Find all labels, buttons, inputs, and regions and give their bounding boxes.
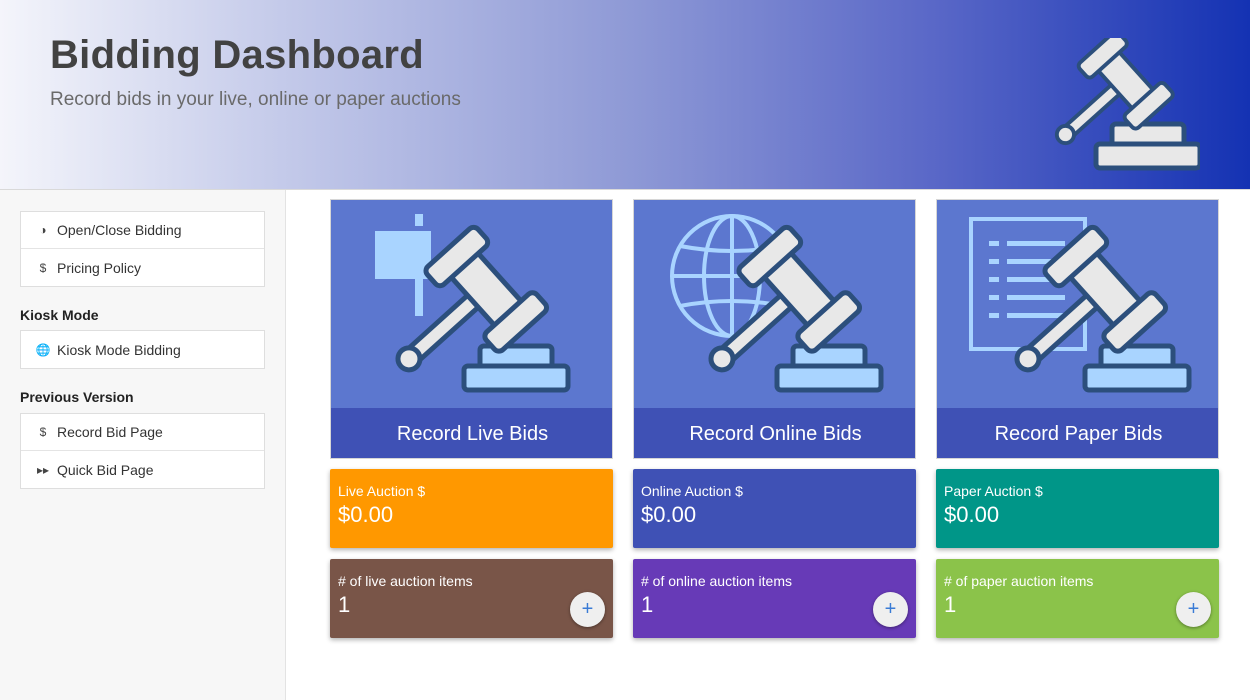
add-online-item-button[interactable]: + <box>873 592 908 627</box>
sidebar-item-kiosk-mode-bidding[interactable]: 🌐 Kiosk Mode Bidding <box>21 331 264 368</box>
sidebar-item-pricing-policy[interactable]: $ Pricing Policy <box>21 249 264 286</box>
gavel-globe-icon <box>634 214 916 408</box>
sidebar-item-label: Quick Bid Page <box>57 461 154 478</box>
gavel-document-icon <box>969 200 1219 408</box>
card-label: Record Live Bids <box>331 408 612 458</box>
page-header: Bidding Dashboard Record bids in your li… <box>0 0 1250 190</box>
sidebar-item-record-bid-page[interactable]: $ Record Bid Page <box>21 414 264 451</box>
stat-label: Live Auction $ <box>338 483 426 499</box>
gavel-icon <box>1020 38 1200 178</box>
dollar-icon: $ <box>39 260 47 275</box>
stat-value: 1 <box>338 592 351 617</box>
stat-label: # of live auction items <box>338 573 473 589</box>
sidebar-item-label: Pricing Policy <box>57 259 142 276</box>
sidebar-item-open-close-bidding[interactable]: ◑ Open/Close Bidding <box>21 212 264 249</box>
stat-value: $0.00 <box>944 502 1000 527</box>
page-title: Bidding Dashboard <box>50 33 424 77</box>
stat-value: $0.00 <box>338 502 394 527</box>
sidebar-item-label: Kiosk Mode Bidding <box>57 341 181 358</box>
paper-auction-total: Paper Auction $ $0.00 <box>936 469 1219 548</box>
gavel-sign-icon <box>331 214 613 408</box>
stat-value: 1 <box>641 592 654 617</box>
stat-label: Paper Auction $ <box>944 483 1043 499</box>
sidebar-item-quick-bid-page[interactable]: ▸▸ Quick Bid Page <box>21 451 264 488</box>
record-online-bids-card[interactable]: Record Online Bids <box>633 199 916 459</box>
fast-forward-icon: ▸▸ <box>36 462 50 477</box>
half-circle-icon: ◑ <box>39 223 47 237</box>
globe-icon: 🌐 <box>35 342 51 357</box>
sidebar-menu-kiosk: 🌐 Kiosk Mode Bidding <box>20 330 265 369</box>
add-live-item-button[interactable]: + <box>570 592 605 627</box>
stat-value: 1 <box>944 592 957 617</box>
page-subtitle: Record bids in your live, online or pape… <box>50 89 461 110</box>
live-auction-items-count: # of live auction items 1 + <box>330 559 613 638</box>
card-label: Record Online Bids <box>634 408 915 458</box>
stat-value: $0.00 <box>641 502 697 527</box>
dollar-icon: $ <box>39 425 47 439</box>
add-paper-item-button[interactable]: + <box>1176 592 1211 627</box>
previous-version-heading: Previous Version <box>20 389 134 405</box>
live-auction-total: Live Auction $ $0.00 <box>330 469 613 548</box>
stat-label: Online Auction $ <box>641 483 743 499</box>
sidebar-menu-bidding: ◑ Open/Close Bidding $ Pricing Policy <box>20 211 265 287</box>
stat-label: # of paper auction items <box>944 573 1094 589</box>
record-paper-bids-card[interactable]: Record Paper Bids <box>936 199 1219 459</box>
sidebar: ◑ Open/Close Bidding $ Pricing Policy Ki… <box>0 190 286 700</box>
sidebar-item-label: Open/Close Bidding <box>57 222 182 238</box>
stat-label: # of online auction items <box>641 573 792 589</box>
card-label: Record Paper Bids <box>937 408 1218 458</box>
paper-auction-items-count: # of paper auction items 1 + <box>936 559 1219 638</box>
sidebar-item-label: Record Bid Page <box>57 424 163 440</box>
sidebar-menu-previous: $ Record Bid Page ▸▸ Quick Bid Page <box>20 413 265 489</box>
record-live-bids-card[interactable]: Record Live Bids <box>330 199 613 459</box>
online-auction-total: Online Auction $ $0.00 <box>633 469 916 548</box>
online-auction-items-count: # of online auction items 1 + <box>633 559 916 638</box>
kiosk-mode-heading: Kiosk Mode <box>20 307 99 323</box>
